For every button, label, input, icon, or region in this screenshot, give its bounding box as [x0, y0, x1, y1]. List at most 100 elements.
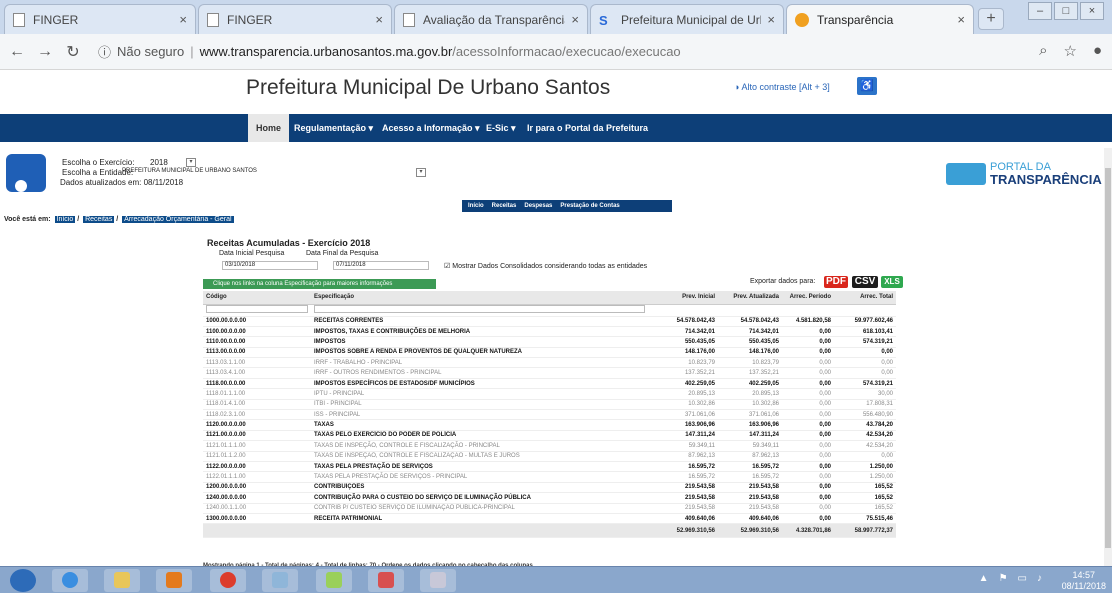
close-window-icon[interactable]: ×: [1080, 2, 1104, 20]
chevron-down-icon[interactable]: ▾: [186, 158, 196, 167]
column-header[interactable]: Especificação: [311, 291, 648, 305]
column-header[interactable]: Arrec. Total: [834, 291, 896, 305]
close-icon[interactable]: ×: [179, 12, 187, 27]
subnav-inicio[interactable]: Início: [468, 200, 484, 212]
snipping-icon[interactable]: [368, 569, 404, 592]
arrow-up-icon[interactable]: ▲: [979, 573, 989, 584]
table-cell[interactable]: TAXAS PELO EXERCÍCIO DO PODER DE POLÍCIA: [311, 430, 648, 442]
entidade-select[interactable]: PREFEITURA MUNICIPAL DE URBANO SANTOS: [122, 168, 257, 174]
table-cell[interactable]: TAXAS DE INSPEÇÃO, CONTROLE E FISCALIZAÇ…: [311, 451, 648, 462]
table-cell[interactable]: RECEITA PATRIMONIAL: [311, 513, 648, 525]
info-circle-icon[interactable]: ⓘ: [98, 42, 111, 61]
table-row[interactable]: 1100.00.0.0.00 IMPOSTOS, TAXAS E CONTRIBU…: [203, 326, 896, 338]
table-cell[interactable]: TAXAS PELA PRESTAÇÃO DE SERVIÇOS: [311, 461, 648, 473]
monitor-icon[interactable]: ▭: [1018, 573, 1027, 584]
end-date-field[interactable]: 07/11/2018: [333, 261, 429, 270]
table-cell[interactable]: IMPOSTOS SOBRE A RENDA E PROVENTOS DE QU…: [311, 347, 648, 359]
table-row[interactable]: 1121.00.0.0.00 TAXAS PELO EXERCÍCIO DO PO…: [203, 430, 896, 442]
column-header[interactable]: Código: [203, 291, 311, 305]
table-cell[interactable]: IRRF - TRABALHO - PRINCIPAL: [311, 357, 648, 369]
export-csv-button[interactable]: CSV: [852, 276, 878, 288]
high-contrast-link[interactable]: ◑ Alto contraste [Alt + 3]: [734, 82, 830, 92]
page-scrollbar[interactable]: [1104, 148, 1112, 566]
clock[interactable]: 14:57 08/11/2018: [1062, 570, 1106, 592]
especificacao-filter-input[interactable]: [314, 304, 645, 313]
table-row[interactable]: 1118.02.3.1.00 ISS - PRINCIPAL 371.061,06 3…: [203, 409, 896, 421]
exercicio-select[interactable]: 2018: [150, 158, 168, 167]
consolidated-checkbox[interactable]: ☑ Mostrar Dados Consolidados considerand…: [444, 262, 647, 270]
nav-esic[interactable]: E-Sic ▾: [486, 114, 516, 142]
table-row[interactable]: 1240.00.1.1.00 CONTRIB P/ CUSTEIO SERVIÇO…: [203, 503, 896, 514]
subnav-receitas[interactable]: Receitas: [492, 200, 517, 212]
codigo-filter-input[interactable]: [206, 304, 308, 313]
table-cell[interactable]: IPTU - PRINCIPAL: [311, 388, 648, 400]
subnav-despesas[interactable]: Despesas: [524, 200, 552, 212]
table-row[interactable]: 1122.00.0.0.00 TAXAS PELA PRESTAÇÃO DE SE…: [203, 461, 896, 473]
table-cell[interactable]: IMPOSTOS, TAXAS E CONTRIBUIÇÕES DE MELHO…: [311, 326, 648, 338]
calculator-icon[interactable]: [420, 569, 456, 592]
chrome-icon[interactable]: [210, 569, 246, 592]
table-cell[interactable]: TAXAS: [311, 419, 648, 431]
folder-icon[interactable]: [104, 569, 140, 592]
browser-tab[interactable]: Avaliação da Transparência dos ×: [394, 4, 588, 34]
browser-tab[interactable]: S Prefeitura Municipal de Urbano ×: [590, 4, 784, 34]
table-cell[interactable]: CONTRIBUIÇÕES: [311, 482, 648, 494]
new-tab-button[interactable]: +: [978, 8, 1004, 30]
table-row[interactable]: 1113.03.1.1.00 IRRF - TRABALHO - PRINCIPA…: [203, 357, 896, 369]
table-cell[interactable]: RECEITAS CORRENTES: [311, 316, 648, 327]
subnav-prestacao-contas[interactable]: Prestação de Contas: [560, 200, 619, 212]
table-cell[interactable]: CONTRIB P/ CUSTEIO SERVIÇO DE ILUMINAÇÃO…: [311, 503, 648, 514]
table-cell[interactable]: IRRF - OUTROS RENDIMENTOS - PRINCIPAL: [311, 367, 648, 379]
table-cell[interactable]: TAXAS DE INSPEÇÃO, CONTROLE E FISCALIZAÇ…: [311, 440, 648, 452]
url-field[interactable]: ⓘ Não seguro | www.transparencia.urbanos…: [98, 42, 681, 61]
table-row[interactable]: 1113.03.4.1.00 IRRF - OUTROS RENDIMENTOS …: [203, 367, 896, 379]
close-icon[interactable]: ×: [957, 12, 965, 27]
table-row[interactable]: 1120.00.0.0.00 TAXAS 163.906,96 163.906,96 0…: [203, 419, 896, 431]
column-header[interactable]: Prev. Inicial: [648, 291, 718, 305]
maximize-icon[interactable]: □: [1054, 2, 1078, 20]
bookmark-star-icon[interactable]: ☆: [1063, 42, 1076, 60]
minimize-icon[interactable]: –: [1028, 2, 1052, 20]
table-row[interactable]: 1240.00.0.0.00 CONTRIBUIÇÃO PARA O CUSTEI…: [203, 492, 896, 504]
breadcrumb-inicio[interactable]: Início: [54, 216, 76, 223]
browser-tab[interactable]: FINGER ×: [4, 4, 196, 34]
chevron-down-icon[interactable]: ▾: [416, 168, 426, 177]
start-button[interactable]: [10, 569, 36, 592]
browser-tab[interactable]: FINGER ×: [198, 4, 392, 34]
column-header[interactable]: Arrec. Período: [782, 291, 834, 305]
nav-acesso-informacao[interactable]: Acesso a Informação ▾: [382, 114, 480, 142]
table-row[interactable]: 1113.00.0.0.00 IMPOSTOS SOBRE A RENDA E P…: [203, 347, 896, 359]
accessibility-icon[interactable]: ♿: [857, 77, 877, 95]
table-cell[interactable]: CONTRIBUIÇÃO PARA O CUSTEIO DO SERVIÇO D…: [311, 492, 648, 504]
start-date-field[interactable]: 03/10/2018: [222, 261, 318, 270]
table-row[interactable]: 1118.01.4.1.00 ITBI - PRINCIPAL 10.302,86 1…: [203, 399, 896, 411]
export-pdf-button[interactable]: PDF: [824, 276, 848, 288]
browser-tab-active[interactable]: Transparência ×: [786, 4, 974, 34]
breadcrumb-receitas[interactable]: Receitas: [83, 216, 115, 223]
table-row[interactable]: 1122.01.1.1.00 TAXAS PELA PRESTAÇÃO DE SE…: [203, 471, 896, 483]
table-row[interactable]: 1121.01.1.1.00 TAXAS DE INSPEÇÃO, CONTROL…: [203, 440, 896, 452]
app-icon[interactable]: [316, 569, 352, 592]
zoom-icon[interactable]: ⌕: [1039, 42, 1047, 60]
paint-icon[interactable]: [262, 569, 298, 592]
table-cell[interactable]: ISS - PRINCIPAL: [311, 409, 648, 421]
table-row[interactable]: 1118.00.0.0.00 IMPOSTOS ESPECÍFICOS DE ES…: [203, 378, 896, 390]
table-row[interactable]: 1118.01.1.1.00 IPTU - PRINCIPAL 20.895,13 2…: [203, 388, 896, 400]
table-row[interactable]: 1000.00.0.0.00 RECEITAS CORRENTES 54.578.0…: [203, 316, 896, 327]
close-icon[interactable]: ×: [571, 12, 579, 27]
nav-portal-prefeitura[interactable]: Ir para o Portal da Prefeitura: [527, 114, 648, 142]
table-cell[interactable]: ITBI - PRINCIPAL: [311, 399, 648, 411]
reload-icon[interactable]: ↻: [62, 42, 84, 62]
export-xls-button[interactable]: XLS: [881, 276, 903, 288]
table-row[interactable]: 1110.00.0.0.00 IMPOSTOS 550.435,05 550.435,…: [203, 336, 896, 348]
table-row[interactable]: 1121.01.1.2.00 TAXAS DE INSPEÇÃO, CONTROL…: [203, 451, 896, 462]
table-row[interactable]: 1200.00.0.0.00 CONTRIBUIÇÕES 219.543,58 219…: [203, 482, 896, 494]
nav-home[interactable]: Home: [248, 114, 290, 142]
ie-icon[interactable]: [52, 569, 88, 592]
close-icon[interactable]: ×: [767, 12, 775, 27]
column-header[interactable]: Prev. Atualizada: [718, 291, 782, 305]
table-row[interactable]: 1300.00.0.0.00 RECEITA PATRIMONIAL 409.640…: [203, 513, 896, 525]
back-icon[interactable]: ←: [6, 43, 28, 61]
close-icon[interactable]: ×: [375, 12, 383, 27]
media-player-icon[interactable]: [156, 569, 192, 592]
